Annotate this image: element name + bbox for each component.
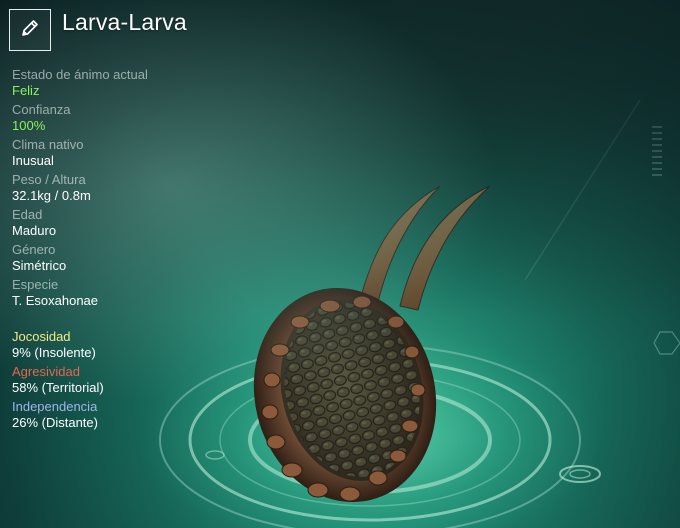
stat-label: Especie (12, 277, 59, 292)
stat-value: Inusual (12, 152, 54, 168)
stat-value: Simétrico (12, 257, 67, 273)
pencil-icon (19, 17, 41, 44)
stat-age: Edad Maduro (12, 207, 148, 238)
stat-climate: Clima nativo Inusual (12, 137, 148, 168)
trait-independence: Independencia 26% (Distante) (12, 399, 104, 430)
trait-value: 58% (Territorial) (12, 379, 104, 395)
stat-label: Edad (12, 207, 43, 222)
trait-aggression: Agresividad 58% (Territorial) (12, 364, 104, 395)
stat-label: Peso / Altura (12, 172, 86, 187)
stat-value: T. Esoxahonae (12, 292, 99, 308)
stat-mood: Estado de ánimo actual Feliz (12, 67, 148, 98)
creature-name: Larva-Larva (62, 9, 187, 35)
trait-label: Independencia (12, 399, 98, 414)
edit-name-button[interactable] (9, 9, 51, 51)
stat-value: 32.1kg / 0.8m (12, 187, 91, 203)
trait-label: Jocosidad (12, 329, 71, 344)
stat-gender: Género Simétrico (12, 242, 148, 273)
stat-label: Confianza (12, 102, 71, 117)
stat-label: Clima nativo (12, 137, 84, 152)
creature-stats: Estado de ánimo actual Feliz Confianza 1… (12, 67, 148, 308)
stat-value: 100% (12, 117, 46, 133)
stat-trust: Confianza 100% (12, 102, 148, 133)
trait-value: 9% (Insolente) (12, 344, 96, 360)
trait-label: Agresividad (12, 364, 80, 379)
trait-playfulness: Jocosidad 9% (Insolente) (12, 329, 104, 360)
stat-species: Especie T. Esoxahonae (12, 277, 148, 308)
stat-value: Maduro (12, 222, 57, 238)
stat-label: Estado de ánimo actual (12, 67, 148, 82)
creature-traits: Jocosidad 9% (Insolente) Agresividad 58%… (12, 329, 104, 430)
stat-label: Género (12, 242, 56, 257)
stat-weight-height: Peso / Altura 32.1kg / 0.8m (12, 172, 148, 203)
stat-value: Feliz (12, 82, 40, 98)
trait-value: 26% (Distante) (12, 414, 98, 430)
